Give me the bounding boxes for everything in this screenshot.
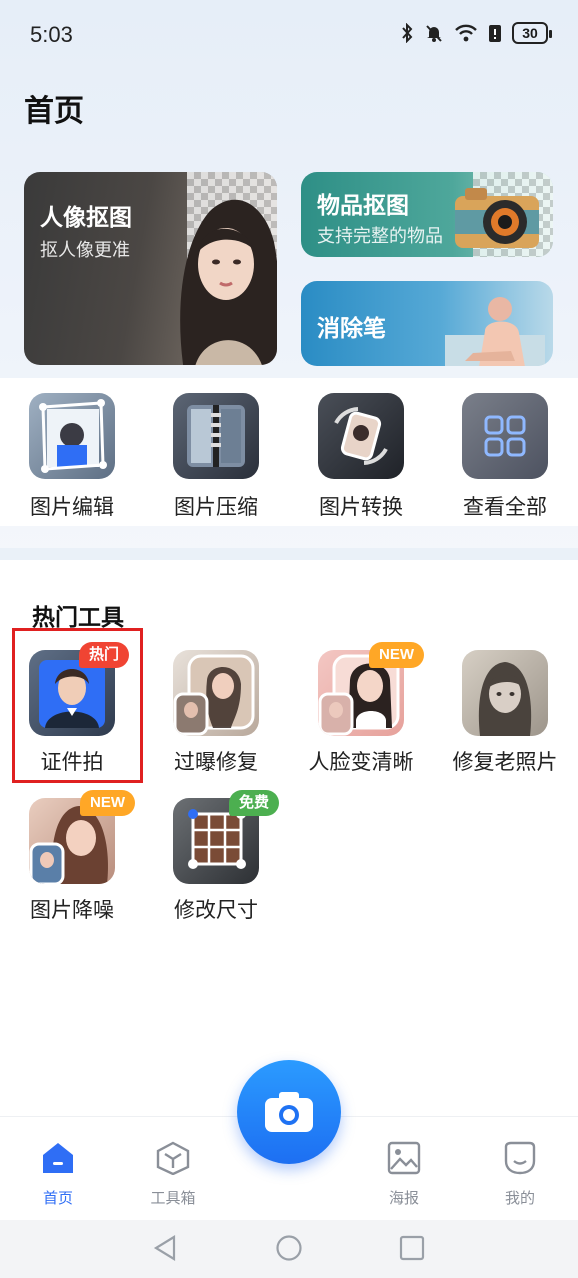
quick-tools-row: 图片编辑 图片压缩 图片转换 查看全部: [0, 378, 578, 526]
tool-label: 图片转换: [319, 495, 403, 519]
hot-badge: 热门: [78, 642, 129, 668]
eraser-title: 消除笔: [317, 316, 386, 342]
toolbox-icon: [156, 1141, 190, 1176]
nav-home[interactable]: 首页: [13, 1141, 103, 1208]
tool-old-photo-restore[interactable]: 修复老照片: [435, 650, 575, 776]
home-icon: [43, 1143, 73, 1173]
tool-image-denoise[interactable]: NEW 图片降噪: [2, 790, 142, 924]
status-bar: 5:03 30: [0, 0, 578, 70]
status-icons: 30: [400, 22, 552, 44]
object-cutout-title: 物品抠图: [317, 193, 409, 219]
camera-photo-icon: [455, 188, 539, 248]
new-badge: NEW: [80, 790, 135, 816]
nav-poster[interactable]: 海报: [359, 1141, 449, 1208]
bluetooth-icon: [402, 23, 413, 43]
status-time: 5:03: [30, 22, 73, 47]
wifi-icon: [455, 24, 477, 42]
home-circle-icon[interactable]: [275, 1234, 303, 1262]
nav-label: 海报: [388, 1189, 419, 1207]
portrait-cutout-card[interactable]: 人像抠图 抠人像更准: [24, 172, 277, 365]
back-icon[interactable]: [152, 1234, 180, 1262]
tool-label: 图片编辑: [30, 495, 114, 519]
page-title: 首页: [24, 94, 84, 129]
old-photo-restore-icon: [462, 650, 548, 736]
tool-overexposure-fix[interactable]: 过曝修复: [146, 650, 286, 776]
image-edit-icon: [29, 393, 115, 479]
nav-profile[interactable]: 我的: [475, 1141, 565, 1208]
nav-label: 我的: [504, 1189, 535, 1207]
tool-label: 过曝修复: [174, 750, 258, 774]
nav-toolbox[interactable]: 工具箱: [128, 1141, 218, 1208]
overexposure-fix-icon: [173, 650, 259, 736]
tool-image-edit[interactable]: 图片编辑: [7, 393, 137, 521]
tool-label: 图片降噪: [30, 898, 114, 922]
free-badge: 免费: [228, 790, 279, 816]
view-all-icon: [462, 393, 548, 479]
tool-label: 查看全部: [463, 495, 547, 519]
tool-label: 人脸变清晰: [308, 750, 414, 774]
nav-label: 工具箱: [150, 1189, 196, 1207]
recents-icon[interactable]: [398, 1234, 426, 1262]
mute-bell-icon: [426, 25, 442, 42]
object-cutout-subtitle: 支持完整的物品: [317, 226, 443, 247]
profile-icon: [504, 1141, 536, 1175]
person-photo-icon: [445, 297, 545, 366]
image-convert-icon: [318, 393, 404, 479]
camera-icon: [265, 1092, 313, 1132]
tool-label: 修复老照片: [452, 750, 558, 774]
tool-label: 修改尺寸: [174, 898, 258, 922]
alert-battery-icon: [489, 25, 501, 42]
tool-image-convert[interactable]: 图片转换: [296, 393, 426, 521]
tool-label: 图片压缩: [174, 495, 258, 519]
hot-tools-title: 热门工具: [32, 605, 124, 631]
object-cutout-card[interactable]: 物品抠图 支持完整的物品: [301, 172, 553, 257]
section-divider: [0, 548, 578, 560]
portrait-cutout-subtitle: 抠人像更准: [40, 240, 130, 261]
tool-view-all[interactable]: 查看全部: [440, 393, 570, 521]
tool-image-compress[interactable]: 图片压缩: [151, 393, 281, 521]
tool-resize[interactable]: 免费 修改尺寸: [146, 790, 286, 924]
image-compress-icon: [173, 393, 259, 479]
battery-indicator: 30: [512, 22, 552, 44]
portrait-photo: [180, 199, 277, 365]
tool-face-enhance[interactable]: NEW 人脸变清晰: [291, 642, 431, 776]
new-badge: NEW: [369, 642, 424, 668]
poster-icon: [387, 1141, 421, 1175]
system-navigation-bar: [0, 1220, 578, 1278]
camera-button[interactable]: [237, 1060, 341, 1164]
nav-label: 首页: [42, 1189, 73, 1207]
eraser-card[interactable]: 消除笔: [301, 281, 553, 366]
portrait-cutout-title: 人像抠图: [40, 205, 132, 231]
